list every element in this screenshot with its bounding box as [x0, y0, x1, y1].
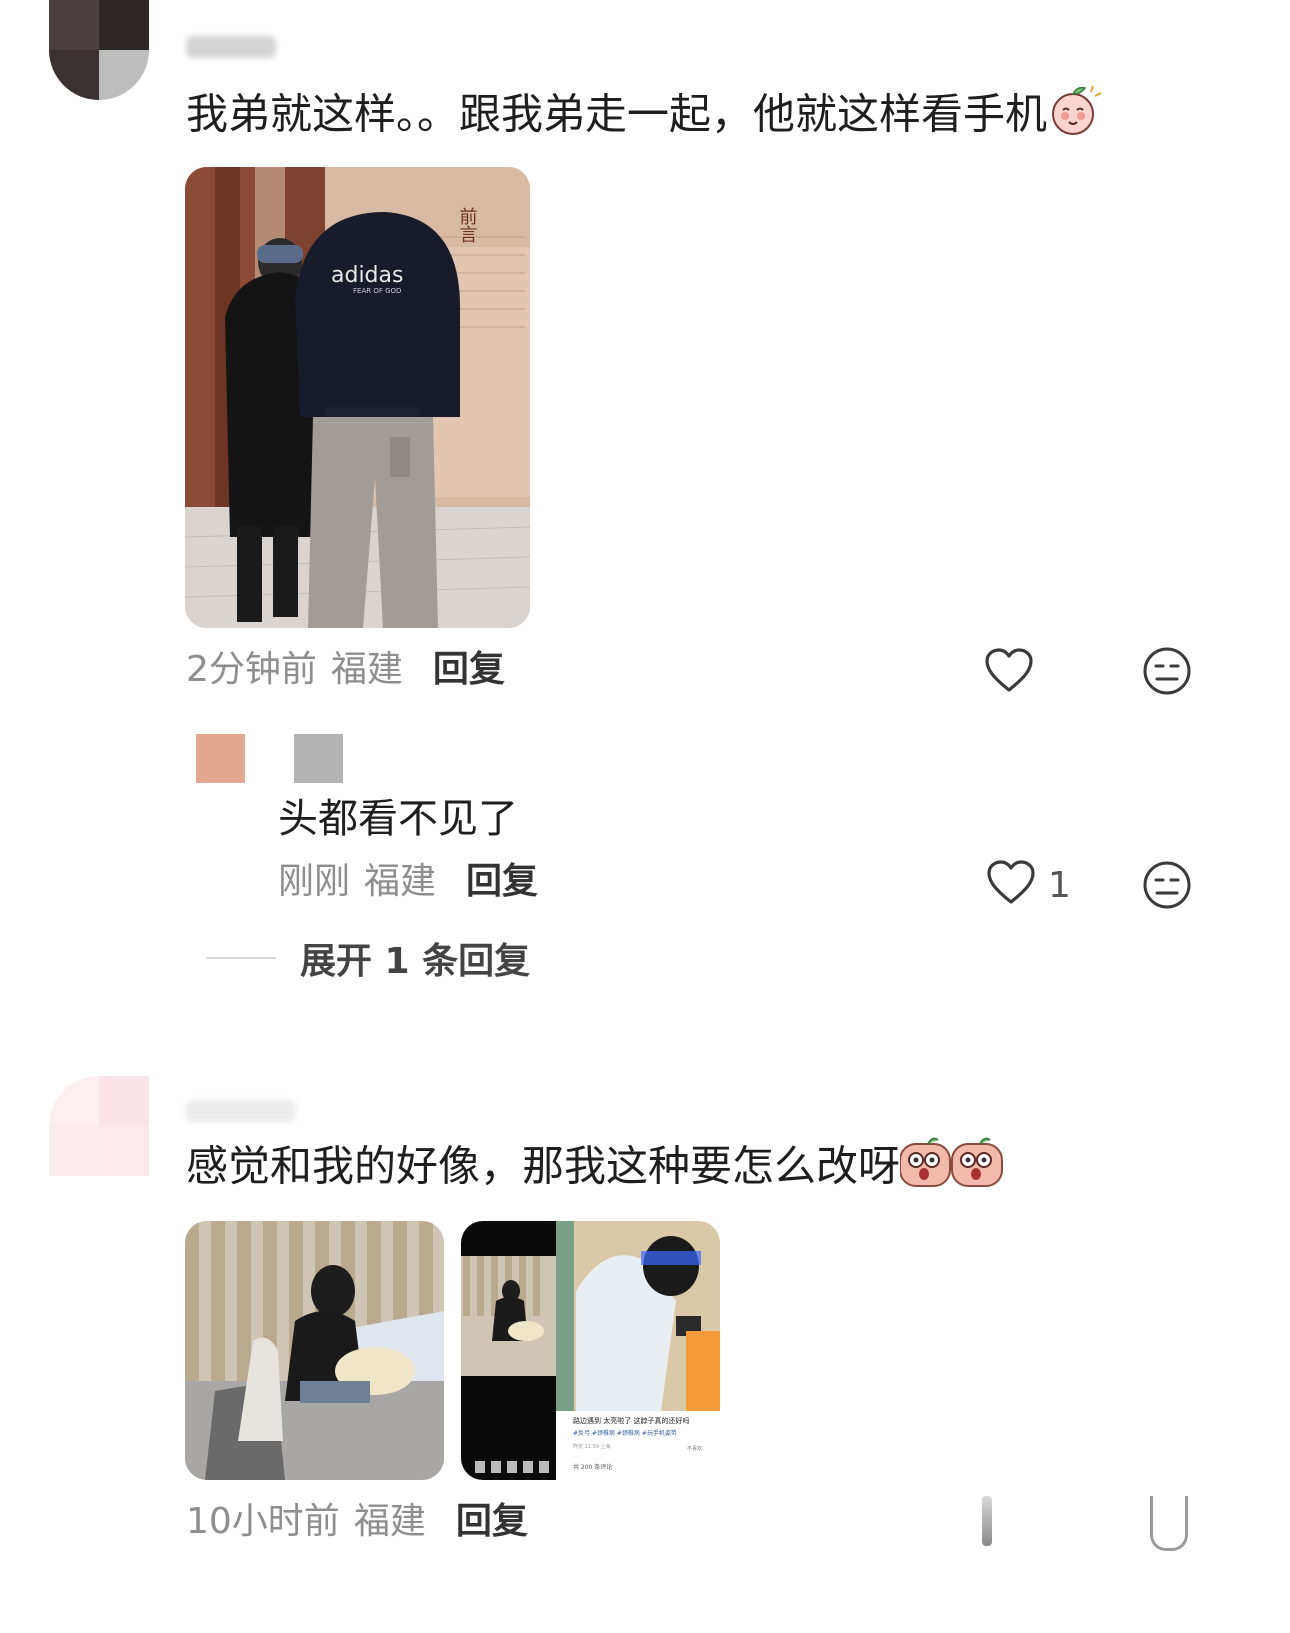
reply-like-count: 1: [1048, 864, 1071, 906]
reply-location: 福建: [364, 861, 437, 902]
reply-text: 头都看不见了: [278, 796, 518, 842]
neutral-face-icon: [1142, 860, 1192, 914]
reply-avatar[interactable]: [196, 734, 245, 783]
comment-text: 感觉和我的好像，那我这种要怎么改呀: [186, 1136, 1004, 1202]
partial-dislike-icon[interactable]: [1150, 1496, 1188, 1551]
expand-replies-label[interactable]: 展开 1 条回复: [300, 932, 530, 984]
comment-location: 福建: [353, 1501, 426, 1542]
shy-blush-emoji-icon: [1047, 82, 1103, 152]
reply-button[interactable]: 回复: [433, 648, 505, 692]
wall-sign-text: 前言: [457, 207, 478, 243]
comment-photo[interactable]: 前言 adidas FEAR OF GOD: [185, 167, 530, 628]
comment-time: 2分钟前: [186, 649, 317, 690]
comment-photo[interactable]: 路边遇到 太亮啦了 这脖子真的还好吗 #反弓 #颈椎病 #颈椎病 #玩手机姿势 …: [461, 1221, 720, 1480]
expand-divider: [206, 957, 276, 959]
comment-location: 福建: [330, 649, 403, 690]
post-collect-text: 不喜欢: [687, 1445, 702, 1452]
dislike-button[interactable]: [1142, 646, 1192, 700]
comment-photo[interactable]: [185, 1221, 444, 1480]
reply-like-button[interactable]: 1: [986, 860, 1071, 910]
expand-replies[interactable]: 展开 1 条回复: [206, 932, 530, 984]
heart-outline-icon: [984, 648, 1034, 698]
comment-time: 10小时前: [186, 1501, 340, 1542]
partial-like-icon[interactable]: [982, 1496, 992, 1546]
reply-meta: 刚刚 福建 回复: [278, 860, 538, 904]
shocked-emoji-icon: [899, 1136, 1004, 1202]
hoodie-sub-text: FEAR OF GOD: [353, 287, 401, 295]
reply-dislike-button[interactable]: [1142, 860, 1192, 914]
hoodie-brand-text: adidas: [331, 263, 403, 288]
comment-meta: 10小时前 福建 回复: [186, 1500, 528, 1544]
post-comments-text: 共 200 条评论: [573, 1463, 612, 1471]
reply-button[interactable]: 回复: [456, 1500, 528, 1544]
reply-reply-button[interactable]: 回复: [466, 860, 538, 904]
post-title-text: 路边遇到 太亮啦了 这脖子真的还好吗: [573, 1416, 689, 1425]
reply-username[interactable]: [294, 734, 343, 783]
commenter-avatar[interactable]: [49, 1076, 149, 1176]
commenter-avatar[interactable]: [49, 0, 149, 100]
heart-outline-icon: [986, 860, 1036, 910]
reply-time: 刚刚: [278, 861, 351, 902]
post-tags-text: #反弓 #颈椎病 #颈椎病 #玩手机姿势: [573, 1429, 677, 1437]
post-meta-text: 昨天 11:59 上海: [573, 1443, 611, 1450]
comment-meta: 2分钟前 福建 回复: [186, 648, 505, 692]
commenter-username[interactable]: [186, 1100, 296, 1122]
neutral-face-icon: [1142, 646, 1192, 700]
commenter-username[interactable]: [186, 36, 276, 58]
comment-text: 我弟就这样。。跟我弟走一起，他就这样看手机: [186, 82, 1103, 152]
like-button[interactable]: [984, 648, 1034, 698]
